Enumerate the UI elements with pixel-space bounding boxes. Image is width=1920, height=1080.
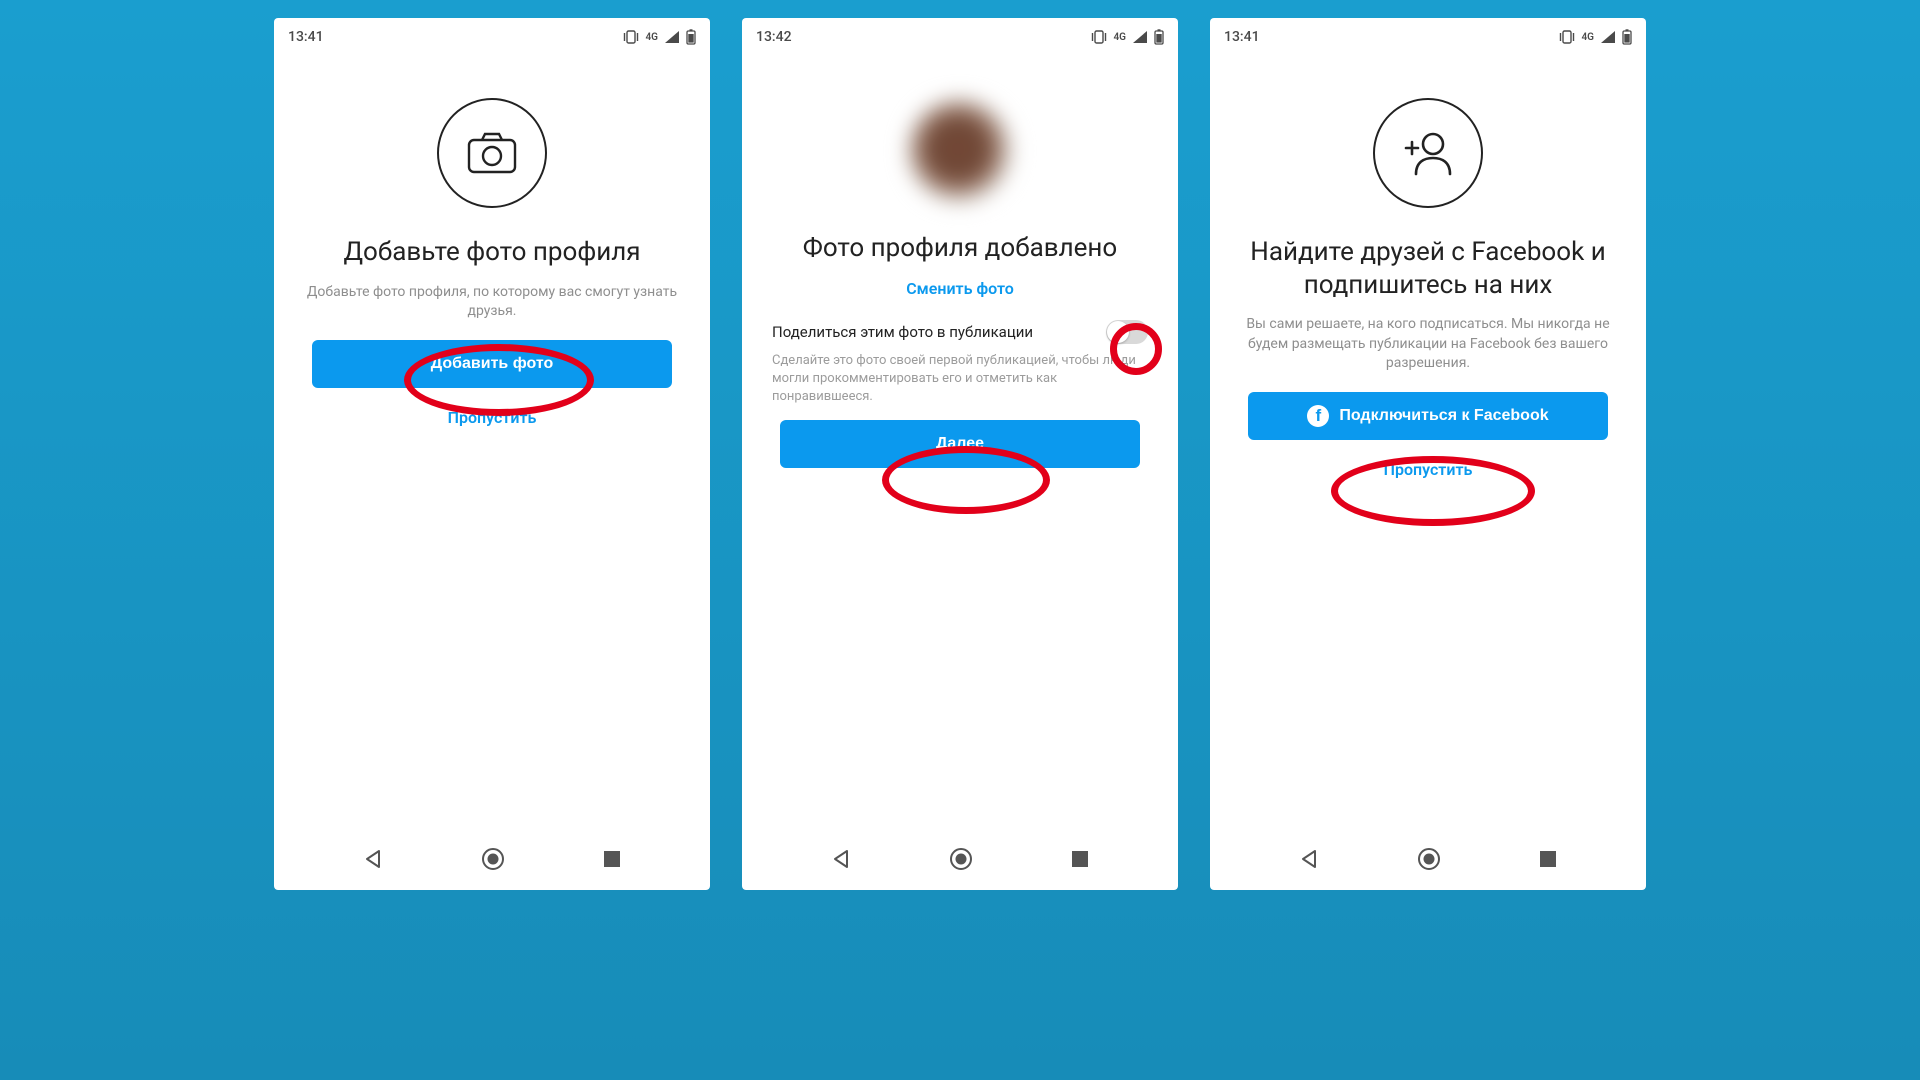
phone-screen-1: 13:41 4G Добавьте фото профиля Добавьте … xyxy=(274,18,710,890)
battery-icon xyxy=(1622,29,1632,45)
network-label: 4G xyxy=(1581,32,1594,43)
add-person-icon xyxy=(1373,98,1483,208)
page-title: Найдите друзей с Facebook и подпишитесь … xyxy=(1238,236,1618,301)
status-bar: 13:41 4G xyxy=(1210,18,1646,52)
skip-link[interactable]: Пропустить xyxy=(1238,460,1618,479)
connect-facebook-label: Подключиться к Facebook xyxy=(1339,407,1548,425)
network-label: 4G xyxy=(1113,32,1126,43)
status-time: 13:42 xyxy=(756,29,792,45)
connect-facebook-button[interactable]: f Подключиться к Facebook xyxy=(1248,392,1608,440)
page-subtitle: Вы сами решаете, на кого подписаться. Мы… xyxy=(1238,315,1618,374)
share-helper-text: Сделайте это фото своей первой публикаци… xyxy=(772,352,1148,407)
status-indicators: 4G xyxy=(1091,29,1164,45)
vibrate-icon xyxy=(1091,30,1107,44)
nav-back-icon[interactable] xyxy=(362,848,384,874)
status-time: 13:41 xyxy=(288,29,324,45)
battery-icon xyxy=(1154,29,1164,45)
share-toggle[interactable] xyxy=(1106,320,1148,344)
signal-icon xyxy=(664,30,680,44)
share-toggle-label: Поделиться этим фото в публикации xyxy=(772,323,1033,341)
android-nav-bar xyxy=(1210,832,1646,890)
vibrate-icon xyxy=(1559,30,1575,44)
nav-home-icon[interactable] xyxy=(948,846,974,876)
nav-back-icon[interactable] xyxy=(1298,848,1320,874)
phone-screen-3: 13:41 4G Найдите друзей с Facebook и под… xyxy=(1210,18,1646,890)
nav-recent-icon[interactable] xyxy=(1070,849,1090,873)
profile-photo-preview xyxy=(907,98,1013,204)
android-nav-bar xyxy=(274,832,710,890)
android-nav-bar xyxy=(742,832,1178,890)
nav-home-icon[interactable] xyxy=(1416,846,1442,876)
status-indicators: 4G xyxy=(1559,29,1632,45)
vibrate-icon xyxy=(623,30,639,44)
change-photo-link[interactable]: Сменить фото xyxy=(770,279,1150,298)
status-bar: 13:41 4G xyxy=(274,18,710,52)
page-title: Фото профиля добавлено xyxy=(770,232,1150,265)
page-title: Добавьте фото профиля xyxy=(302,236,682,269)
signal-icon xyxy=(1132,30,1148,44)
nav-back-icon[interactable] xyxy=(830,848,852,874)
camera-icon xyxy=(437,98,547,208)
status-indicators: 4G xyxy=(623,29,696,45)
facebook-icon: f xyxy=(1307,405,1329,427)
battery-icon xyxy=(686,29,696,45)
skip-link[interactable]: Пропустить xyxy=(302,408,682,427)
network-label: 4G xyxy=(645,32,658,43)
add-photo-button[interactable]: Добавить фото xyxy=(312,340,672,388)
nav-home-icon[interactable] xyxy=(480,846,506,876)
signal-icon xyxy=(1600,30,1616,44)
next-button[interactable]: Далее xyxy=(780,420,1140,468)
status-bar: 13:42 4G xyxy=(742,18,1178,52)
page-subtitle: Добавьте фото профиля, по которому вас с… xyxy=(302,283,682,322)
nav-recent-icon[interactable] xyxy=(602,849,622,873)
status-time: 13:41 xyxy=(1224,29,1260,45)
phone-screen-2: 13:42 4G Фото профиля добавлено Сменить … xyxy=(742,18,1178,890)
nav-recent-icon[interactable] xyxy=(1538,849,1558,873)
